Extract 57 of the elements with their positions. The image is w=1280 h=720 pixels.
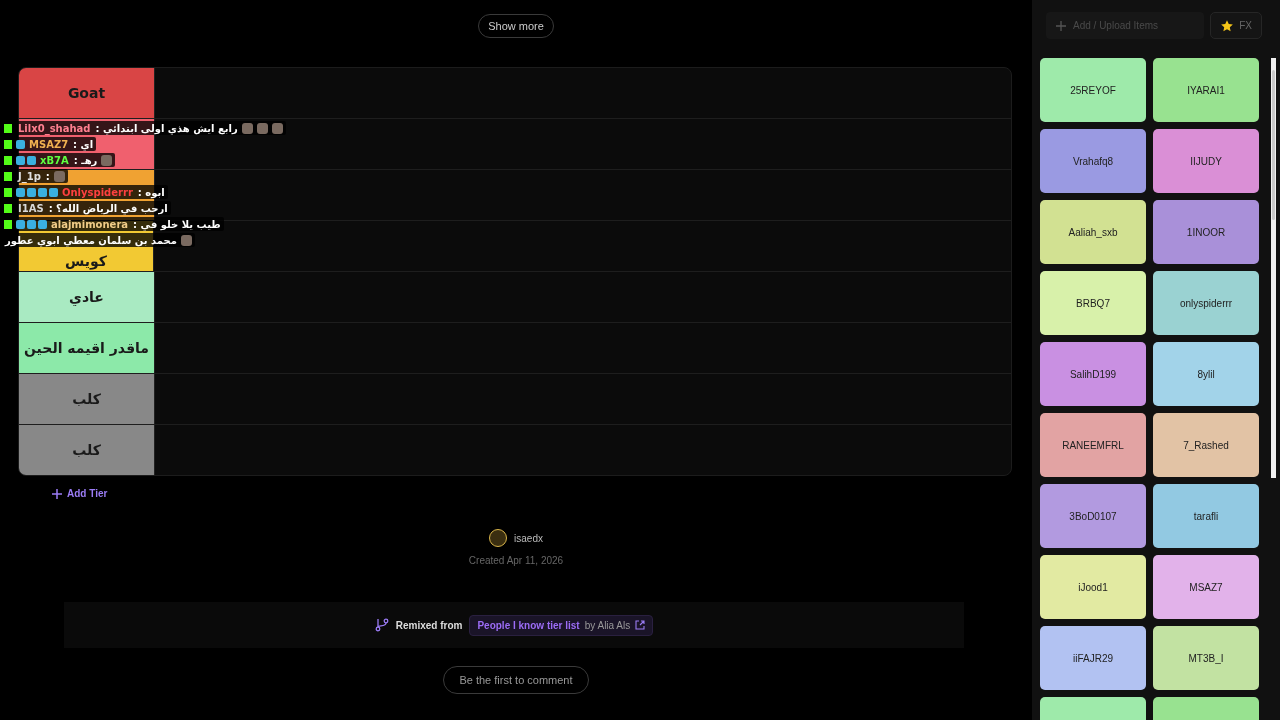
tier-label[interactable]: كلب [19, 425, 155, 475]
star-icon [1220, 18, 1235, 33]
item-card[interactable]: SalihD199 [1040, 342, 1146, 406]
scrollbar[interactable] [1271, 58, 1276, 478]
chat-message: : ابوه [137, 186, 165, 198]
item-card[interactable]: IYARAI1 [1153, 58, 1259, 122]
item-card[interactable]: Vrahafq8 [1040, 129, 1146, 193]
tier-label[interactable]: كلب [19, 374, 155, 424]
chat-message: : ارحب في الرياض الله؟ [48, 202, 168, 214]
chat-username: Onlyspiderrr [62, 186, 133, 198]
item-card[interactable]: tarafli [1153, 484, 1259, 548]
item-card[interactable]: MT3B_I [1153, 626, 1259, 690]
chat-message: : رابع ايش هذي اولى ابتدائي [95, 122, 238, 134]
chat-username: I1AS [18, 202, 44, 214]
item-card[interactable]: RANEEMFRL [1040, 413, 1146, 477]
chat-username: Lilx0_shahad [18, 122, 91, 134]
item-card[interactable]: iJood1 [1040, 555, 1146, 619]
remix-label: Remixed from [395, 619, 463, 631]
chat-message: : [45, 170, 50, 182]
chat-username: alajmimonera [51, 218, 129, 230]
item-card[interactable]: Aaliah_sxb [1040, 200, 1146, 264]
chat-username: MSAZ7 [29, 138, 69, 150]
item-card[interactable]: 7_Rashed [1153, 413, 1259, 477]
item-card[interactable]: 25REYOF [1040, 58, 1146, 122]
emote-icon [256, 122, 268, 134]
avatar-icon [489, 529, 508, 547]
comment-button[interactable]: Be the first to comment [443, 666, 589, 694]
source-link[interactable]: People I know tier list by Alia Als [469, 614, 654, 636]
emote-icon [271, 122, 283, 134]
emote-icon [101, 154, 113, 166]
emote-icon [53, 170, 65, 182]
item-card[interactable]: 8ylil [1153, 342, 1259, 406]
item-card[interactable]: 3BoD0107 [1040, 484, 1146, 548]
chat-username: xB7A [40, 154, 69, 166]
emote-icon [241, 122, 253, 134]
item-card[interactable]: 1INOOR [1153, 200, 1259, 264]
chat-message: : طيب يلا خلو في [133, 218, 221, 230]
chat-message: : رهـ [73, 154, 98, 166]
item-card[interactable]: IIJUDY [1153, 129, 1259, 193]
chat-message: محمد بن سلمان معطي ابوي عطور [5, 234, 177, 246]
plus-icon [52, 488, 62, 499]
item-card[interactable]: onlyspiderrr [1153, 271, 1259, 335]
branch-icon [374, 618, 389, 632]
item-card[interactable]: MSAZ7 [1153, 555, 1259, 619]
created-date: Created Apr 11, 2026 [468, 555, 564, 566]
tier-label[interactable]: ماقدر اقيمه الحين [19, 323, 155, 373]
item-card[interactable]: iiFAJR29 [1040, 626, 1146, 690]
tier-label[interactable]: Goat [19, 68, 155, 118]
emote-icon [180, 234, 192, 246]
show-more-button[interactable]: Show more [478, 14, 554, 38]
add-tier-button[interactable]: Add Tier [52, 488, 108, 499]
external-link-icon [635, 620, 646, 630]
author-name[interactable]: isaedx [514, 532, 543, 544]
chat-message: : اي [73, 138, 94, 150]
chat-username: J_1p [18, 170, 41, 182]
item-card[interactable]: BRBQ7 [1040, 271, 1146, 335]
tier-label[interactable]: عادي [19, 272, 155, 322]
